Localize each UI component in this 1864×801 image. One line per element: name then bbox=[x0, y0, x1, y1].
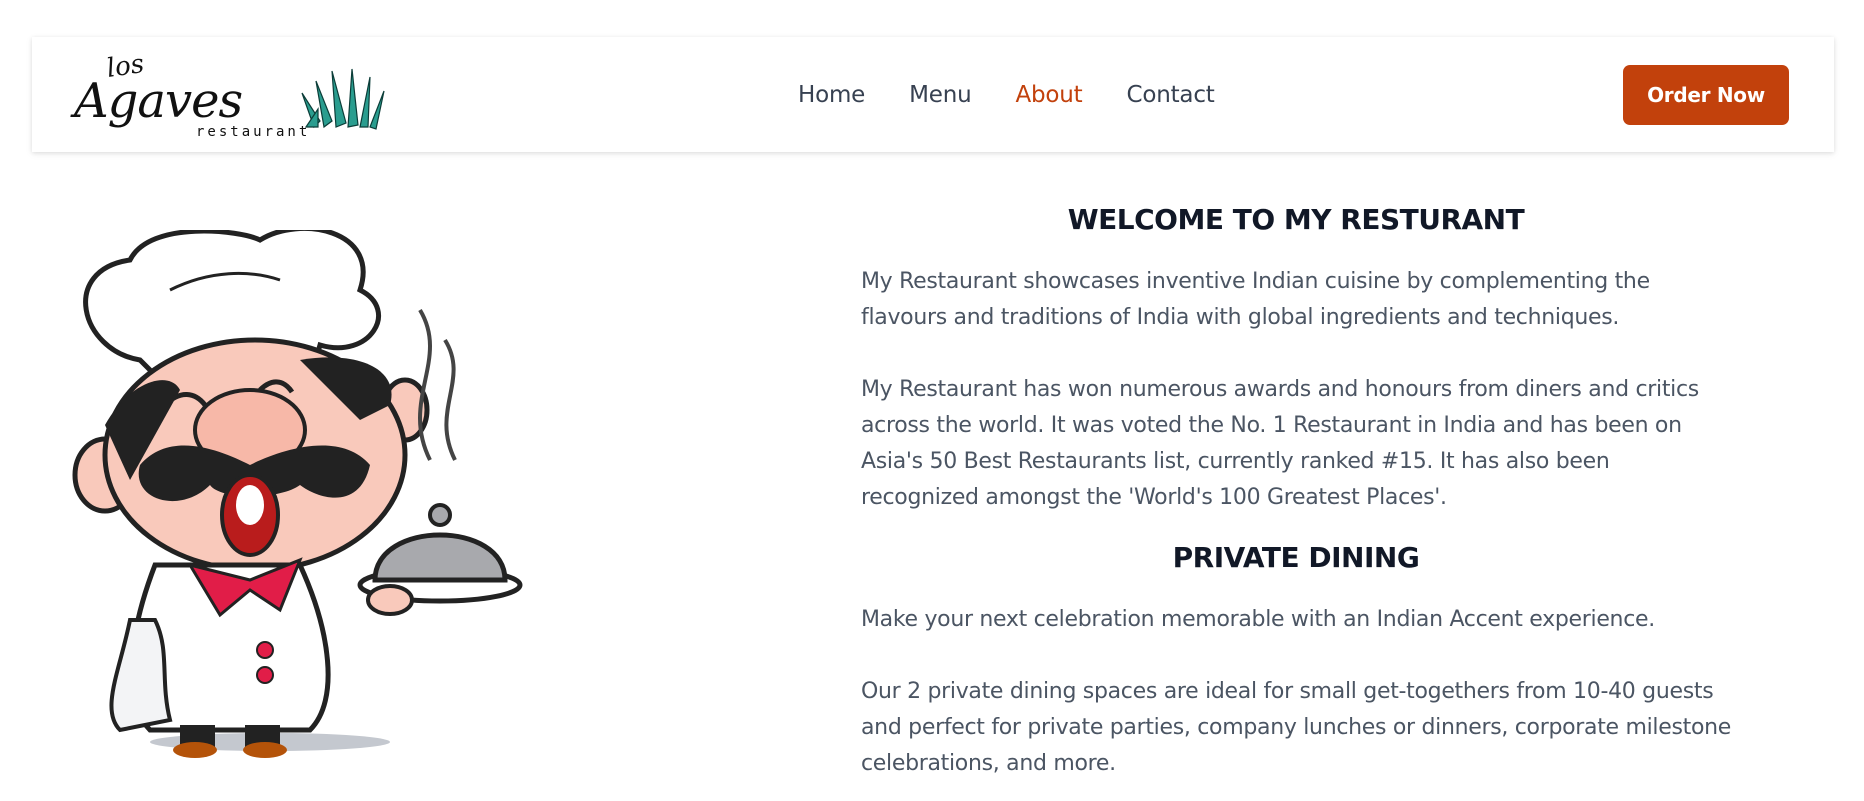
private-dining-paragraph-1: Make your next celebration memorable wit… bbox=[861, 607, 1655, 632]
nav-link-home[interactable]: Home bbox=[798, 82, 865, 108]
private-dining-title: PRIVATE DINING bbox=[1172, 541, 1420, 574]
agave-grass-icon bbox=[301, 68, 385, 130]
nav-link-menu[interactable]: Menu bbox=[909, 82, 972, 108]
about-content: WELCOME TO MY RESTURANT My Restaurant sh… bbox=[861, 200, 1731, 782]
chef-mascot-icon bbox=[72, 230, 523, 758]
logo-main-text: Agaves bbox=[70, 73, 242, 129]
private-dining-paragraph-2: Our 2 private dining spaces are ideal fo… bbox=[861, 679, 1731, 776]
order-now-button[interactable]: Order Now bbox=[1623, 65, 1789, 125]
nav-link-contact[interactable]: Contact bbox=[1127, 82, 1215, 108]
welcome-title: WELCOME TO MY RESTURANT bbox=[1067, 203, 1525, 236]
welcome-paragraph-2: My Restaurant has won numerous awards an… bbox=[861, 377, 1699, 510]
navbar: los Agaves restaurant Home Menu About Co… bbox=[32, 37, 1834, 152]
agave-logo-icon: los Agaves restaurant bbox=[70, 51, 385, 140]
brand-logo[interactable]: los Agaves restaurant bbox=[70, 51, 390, 141]
logo-sub-text: restaurant bbox=[196, 124, 310, 140]
chef-illustration bbox=[60, 230, 560, 760]
main-nav: Home Menu About Contact bbox=[798, 37, 1259, 152]
nav-link-about[interactable]: About bbox=[1015, 82, 1082, 108]
welcome-paragraph-1: My Restaurant showcases inventive Indian… bbox=[861, 269, 1650, 330]
